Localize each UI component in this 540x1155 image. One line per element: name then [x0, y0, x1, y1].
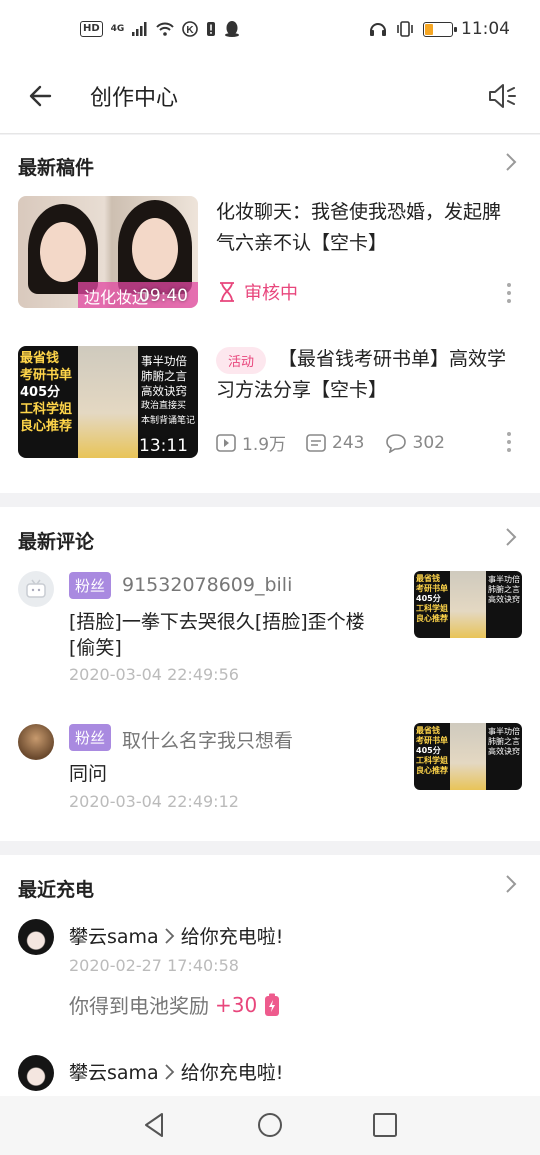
hd-indicator: HD	[80, 20, 103, 37]
section-title-drafts: 最新稿件	[18, 157, 95, 179]
recent-charges-card: 最近充电 攀云sama 给你充电啦! 2020-02-27 17:40:58 你…	[0, 855, 540, 1096]
app-header: 创作中心	[0, 62, 540, 134]
reward-value: +30	[215, 992, 258, 1017]
charger-username: 攀云sama	[69, 926, 159, 948]
charge-entry[interactable]: 攀云sama 给你充电啦!	[69, 1058, 283, 1085]
tv-avatar-icon	[26, 579, 46, 598]
avatar[interactable]	[18, 724, 54, 760]
charge-time: 2020-02-27 17:40:58	[69, 956, 239, 975]
charge-entry[interactable]: 攀云sama 给你充电啦!	[69, 922, 283, 949]
danmaku-icon	[306, 433, 326, 452]
vibrate-icon	[397, 21, 413, 37]
thumb-text-left: 最省钱 考研书单 405分 工科学姐 良心推荐	[20, 351, 73, 434]
video-thumbnail[interactable]: 边化妆边 09:40	[18, 196, 198, 308]
k-badge-icon: K	[182, 20, 199, 37]
views-stat: 1.9万	[216, 430, 286, 455]
chevron-right-icon[interactable]	[504, 526, 518, 548]
status-bar: HD 4G K 11:04	[0, 0, 540, 62]
network-label: 4G	[110, 23, 125, 34]
chevron-right-icon[interactable]	[504, 151, 518, 173]
back-arrow-icon[interactable]	[26, 78, 62, 114]
video-duration: 09:40	[139, 286, 188, 306]
latest-drafts-card: 最新稿件 边化妆边 09:40 化妆聊天：我爸使我恐婚，发起脾气六亲不认【空卡】…	[0, 135, 540, 493]
comment-username[interactable]: 91532078609_bili	[122, 574, 292, 596]
more-options-icon[interactable]	[506, 432, 512, 454]
fan-badge: 粉丝	[69, 724, 112, 751]
avatar[interactable]	[18, 1055, 54, 1091]
video-title[interactable]: 化妆聊天：我爸使我恐婚，发起脾气六亲不认【空卡】	[216, 197, 516, 259]
chevron-right-icon[interactable]	[504, 873, 518, 895]
comment-text[interactable]: 同问	[69, 761, 379, 787]
chevron-right-icon	[165, 1063, 174, 1080]
signal-icon	[132, 21, 147, 36]
comment-video-thumbnail[interactable]: 最省钱 考研书单 405分 工科学姐 良心推荐 事半功倍 肺腑之言 高效诀窍	[414, 723, 522, 790]
battery-charge-icon	[265, 993, 280, 1016]
system-nav-bar	[0, 1096, 540, 1155]
comment-username[interactable]: 取什么名字我只想看	[122, 726, 293, 753]
latest-comments-card: 最新评论 粉丝 91532078609_bili [捂脸]一拳下去哭很久[捂脸]…	[0, 507, 540, 841]
section-title-charges: 最近充电	[18, 879, 95, 901]
comments-stat: 302	[385, 433, 445, 453]
comment-video-thumbnail[interactable]: 最省钱 考研书单 405分 工科学姐 良心推荐 事半功倍 肺腑之言 高效诀窍	[414, 571, 522, 638]
comment-time: 2020-03-04 22:49:12	[69, 792, 239, 811]
svg-text:K: K	[187, 25, 195, 36]
charger-username: 攀云sama	[69, 1062, 159, 1084]
battery-icon	[423, 21, 457, 37]
page-title: 创作中心	[90, 86, 179, 111]
play-count-icon	[216, 433, 236, 452]
video-thumbnail[interactable]: 最省钱 考研书单 405分 工科学姐 良心推荐 事半功倍 肺腑之言 高效诀窍 政…	[18, 346, 198, 458]
comment-icon	[385, 433, 406, 453]
charge-action: 给你充电啦!	[180, 1062, 284, 1084]
charge-action: 给你充电啦!	[180, 926, 284, 948]
comment-time: 2020-03-04 22:49:56	[69, 665, 239, 684]
chevron-right-icon	[165, 927, 174, 944]
qq-icon	[225, 21, 240, 37]
video-title[interactable]: 【最省钱考研书单】高效学习方法分享【空卡】	[216, 344, 516, 406]
nav-recents-icon[interactable]	[370, 1110, 400, 1140]
video-duration: 13:11	[139, 436, 188, 456]
clock: 11:04	[461, 19, 510, 39]
avatar[interactable]	[18, 919, 54, 955]
headset-icon	[370, 23, 386, 36]
comment-text[interactable]: [捂脸]一拳下去哭很久[捂脸]歪个楼[偷笑]	[69, 609, 379, 661]
review-status: 审核中	[218, 279, 298, 305]
wifi-icon	[156, 22, 175, 36]
avatar[interactable]	[18, 571, 54, 607]
section-title-comments: 最新评论	[18, 531, 95, 553]
battery-reward: 你得到电池奖励 +30	[69, 990, 281, 1019]
nav-back-icon[interactable]	[140, 1110, 170, 1140]
hourglass-icon	[220, 282, 234, 302]
alert-icon	[207, 21, 216, 36]
reward-label: 你得到电池奖励	[69, 994, 209, 1018]
more-options-icon[interactable]	[506, 283, 512, 305]
video-stats: 1.9万 243 302	[216, 430, 445, 455]
fan-badge: 粉丝	[69, 572, 112, 599]
review-status-label: 审核中	[244, 283, 298, 304]
speaker-icon[interactable]	[484, 78, 520, 114]
danmaku-stat: 243	[306, 433, 365, 453]
nav-home-icon[interactable]	[255, 1110, 285, 1140]
